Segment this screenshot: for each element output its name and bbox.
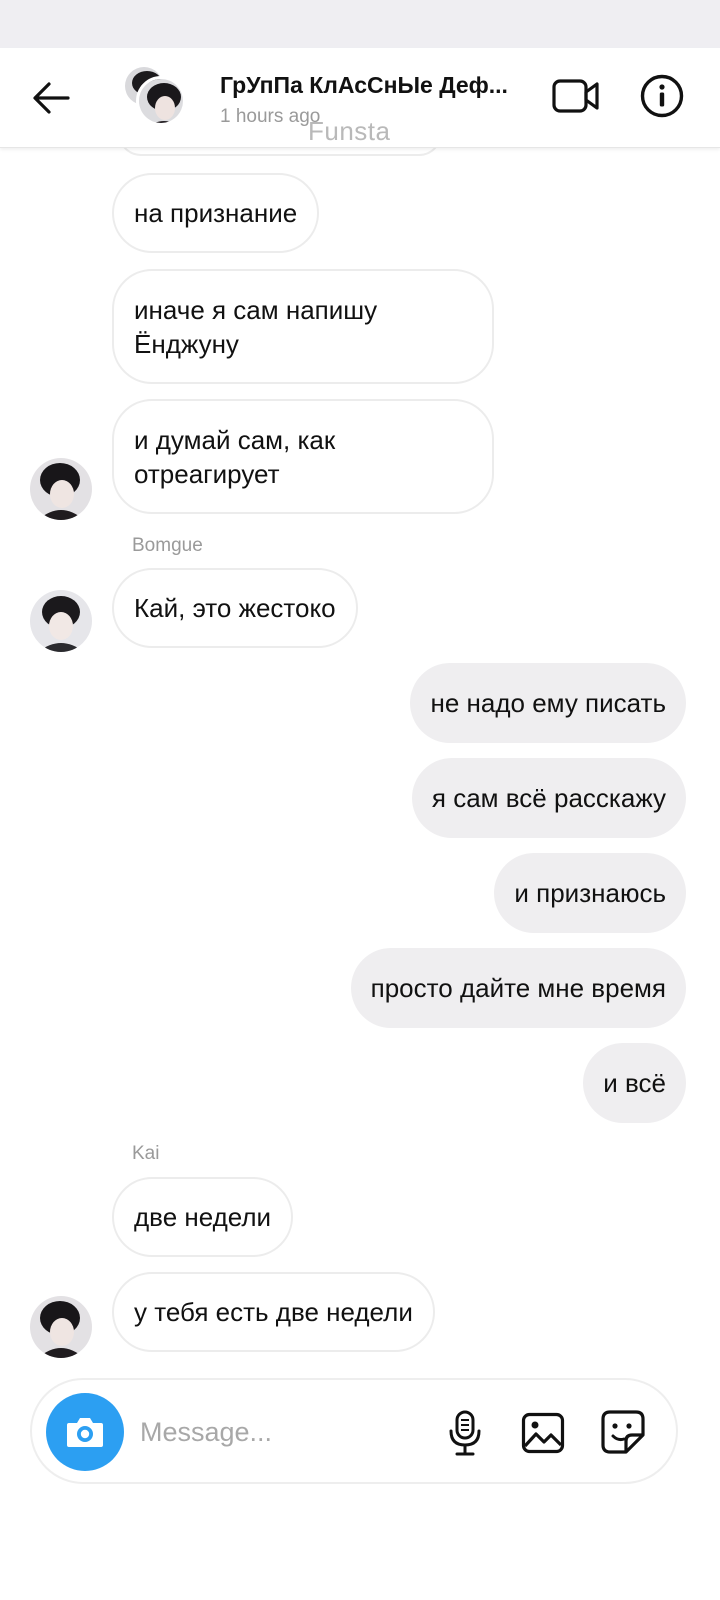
chat-title[interactable]: ГрУпПа КлАсСнЫе Деф... [220,72,530,99]
message-text: и всё [603,1068,666,1098]
message-text: Кай, это жестоко [134,593,336,623]
sender-name: Bomgue [132,535,203,556]
message-bubble[interactable]: у тебя есть две недели [112,1272,435,1352]
chat-header: ГрУпПа КлАсСнЫе Деф... 1 hours ago Funst… [0,48,720,148]
message-text: и думай сам, как отреагирует [134,425,336,489]
message-text: не надо ему писать [430,688,666,718]
info-button[interactable] [636,70,688,122]
sticker-icon [601,1410,645,1454]
message-text: я сам всё расскажу [431,783,666,813]
message-bubble[interactable]: Кай, это жестоко [112,568,358,648]
message-bubble-outgoing[interactable]: просто дайте мне время [350,948,686,1028]
status-bar [0,0,720,48]
watermark: Funsta [308,116,391,146]
message-input[interactable] [140,1412,430,1452]
sender-avatar[interactable] [30,1296,92,1358]
message-text: на признание [134,198,298,228]
sender-avatar[interactable] [30,458,92,520]
image-icon [521,1412,565,1454]
message-bubble[interactable]: и думай сам, как отреагирует [112,399,494,514]
back-button[interactable] [28,75,74,121]
message-text: и признаюсь [514,878,666,908]
info-icon [640,74,684,118]
message-bubble[interactable]: иначе я сам напишу Ёнджуну [112,269,494,384]
sender-name: Kai [132,1143,160,1164]
message-bubble-outgoing[interactable]: и признаюсь [494,853,686,933]
message-bubble[interactable]: на признание [112,173,320,253]
message-bubble-outgoing[interactable]: и всё [583,1043,686,1123]
message-text: иначе я сам напишу Ёнджуну [134,295,378,359]
camera-button[interactable] [46,1393,124,1471]
group-member-avatar [136,76,186,126]
message-text: две недели [134,1202,272,1232]
sender-avatar[interactable] [30,590,92,652]
arrow-left-icon [33,82,70,114]
group-avatar[interactable] [122,64,192,134]
sticker-button[interactable] [598,1407,648,1457]
gallery-button[interactable] [520,1408,566,1458]
message-text: у тебя есть две недели [134,1297,413,1327]
voice-message-button[interactable] [442,1408,488,1458]
camera-icon [67,1418,103,1447]
message-bubble-outgoing[interactable]: я сам всё расскажу [411,758,686,838]
video-call-button[interactable] [550,70,602,122]
last-active-status: 1 hours ago [220,106,321,127]
message-bubble[interactable]: две недели [112,1177,294,1257]
message-text: просто дайте мне время [370,973,666,1003]
microphone-icon [449,1410,481,1456]
message-bubble-outgoing[interactable]: не надо ему писать [410,663,686,743]
message-composer [30,1378,678,1484]
video-camera-icon [552,79,599,113]
